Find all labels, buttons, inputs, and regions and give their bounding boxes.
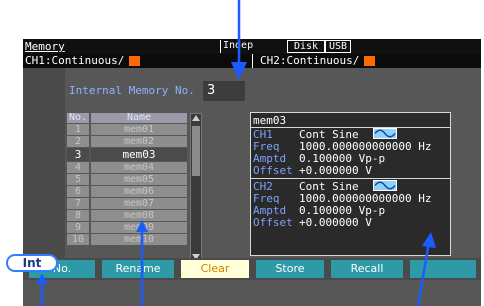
arrow-head — [36, 274, 48, 284]
arrow-head — [422, 232, 436, 248]
arrow-head — [136, 220, 148, 232]
annotation-arrows — [36, 0, 436, 306]
arrow-head — [231, 62, 247, 80]
